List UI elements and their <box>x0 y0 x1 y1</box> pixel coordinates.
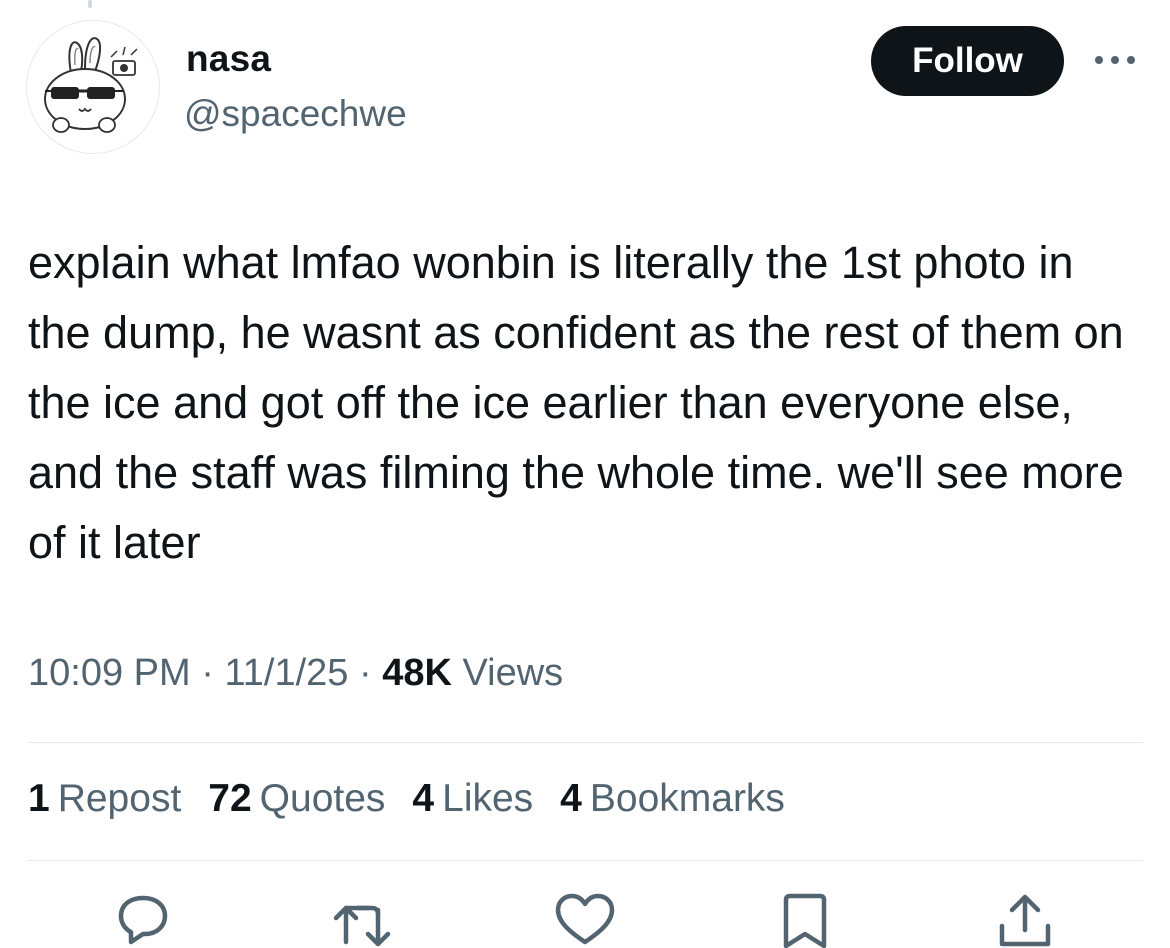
stat-label: Likes <box>442 777 534 820</box>
repost-icon <box>333 905 391 947</box>
meta-separator: · <box>201 652 214 694</box>
thread-connector-line <box>88 0 92 8</box>
meta-separator: · <box>358 652 372 694</box>
cartoon-bunny-sunglasses-avatar-icon <box>44 37 138 133</box>
tweet-time[interactable]: 10:09 PM <box>28 652 191 694</box>
share-button[interactable] <box>990 888 1060 948</box>
author-handle[interactable]: @spacechwe <box>184 93 407 135</box>
tweet-text: explain what lmfao wonbin is literally t… <box>28 237 1124 568</box>
stat-label: Bookmarks <box>589 777 785 820</box>
like-button[interactable] <box>550 888 620 948</box>
bookmark-icon <box>783 893 827 948</box>
like-icon <box>555 893 615 945</box>
engagement-stats: 1 Repost 72 Quotes 4 Likes 4 Bookmarks <box>28 777 785 821</box>
stat-reposts[interactable]: 1 Repost <box>28 777 181 821</box>
stat-count: 4 <box>560 777 582 820</box>
repost-button[interactable] <box>328 888 398 948</box>
reply-button[interactable] <box>108 888 178 948</box>
bookmark-button[interactable] <box>770 888 840 948</box>
tweet-meta: 10:09 PM · 11/1/25 · 48K Views <box>28 652 563 695</box>
stat-count: 1 <box>28 777 50 820</box>
author-display-name[interactable]: nasa <box>186 38 271 80</box>
divider <box>28 742 1143 743</box>
divider <box>28 860 1143 861</box>
reply-icon <box>118 895 168 945</box>
views-label: Views <box>462 652 564 694</box>
stat-count: 72 <box>208 777 252 820</box>
stat-bookmarks[interactable]: 4 Bookmarks <box>560 777 785 821</box>
follow-button[interactable]: Follow <box>871 26 1064 96</box>
action-bar <box>0 888 1170 948</box>
views-count: 48K <box>382 652 452 694</box>
share-icon <box>999 894 1051 947</box>
more-horizontal-icon <box>1095 56 1135 64</box>
stat-label: Quotes <box>259 777 386 820</box>
tweet-date[interactable]: 11/1/25 <box>224 652 348 694</box>
stat-likes[interactable]: 4 Likes <box>412 777 533 821</box>
stat-label: Repost <box>57 777 182 820</box>
more-options-button[interactable] <box>1090 48 1140 72</box>
stat-quotes[interactable]: 72 Quotes <box>208 777 385 821</box>
stat-count: 4 <box>412 777 435 820</box>
avatar[interactable] <box>26 20 160 154</box>
